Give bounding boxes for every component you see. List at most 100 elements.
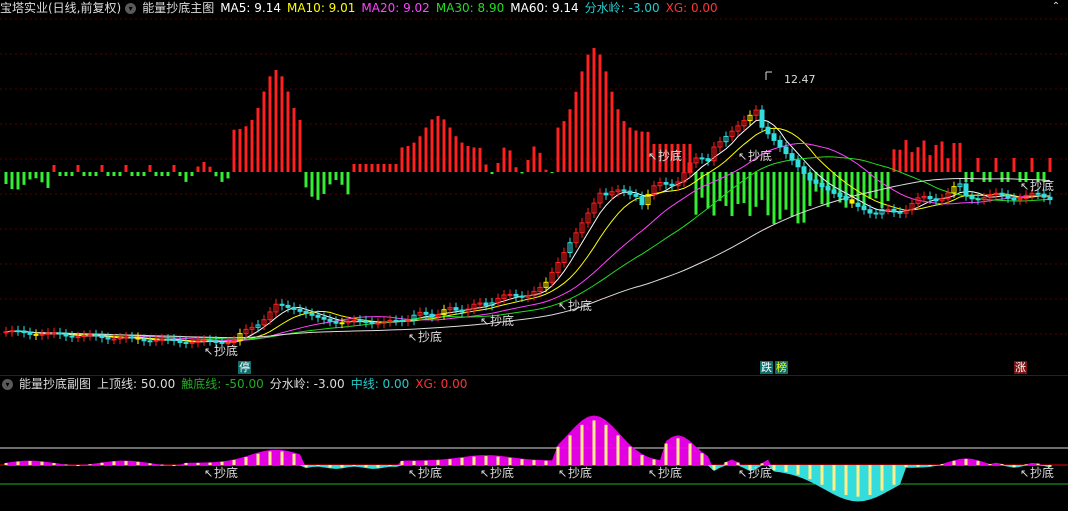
energy-bar-yellow [412, 460, 416, 465]
main-indicator-name[interactable]: 能量抄底主图 [142, 0, 214, 16]
energy-bar-yellow [616, 435, 620, 465]
energy-bar [958, 142, 962, 172]
candle-body [15, 330, 21, 333]
energy-bar-yellow [652, 459, 656, 465]
collapse-up-icon[interactable]: ⌃ [1050, 0, 1062, 14]
energy-bar-yellow [28, 461, 32, 465]
energy-bar [166, 172, 170, 176]
energy-bar [28, 172, 32, 180]
energy-bar [106, 172, 110, 176]
energy-histogram [4, 48, 1052, 224]
buy-marker-arrow: ↖ [408, 331, 417, 344]
energy-bar [784, 172, 788, 210]
candle-body [933, 198, 939, 202]
candle-body [765, 126, 771, 135]
energy-bar [460, 142, 464, 172]
energy-bar [436, 116, 440, 172]
energy-bar [292, 107, 296, 172]
candle-body [111, 338, 117, 341]
candle-body [135, 336, 141, 340]
sub-marker-text: 抄底 [568, 465, 592, 480]
energy-bar [316, 172, 320, 200]
buy-marker-arrow: ↖ [738, 150, 747, 163]
energy-bar-yellow [988, 464, 992, 466]
energy-bar [220, 172, 224, 182]
energy-bar [310, 172, 314, 197]
energy-bar-yellow [1024, 464, 1028, 466]
energy-bar [136, 172, 140, 176]
energy-bar [256, 107, 260, 172]
candle-body [309, 312, 315, 316]
energy-bar-yellow [688, 443, 692, 465]
candle-body [33, 333, 39, 336]
energy-bar-yellow [88, 464, 92, 466]
energy-bar-yellow [568, 435, 572, 465]
energy-bar [898, 149, 902, 172]
energy-bar [910, 152, 914, 172]
candle-body [627, 190, 633, 195]
candle-body [303, 310, 309, 314]
sub-indicator-chart[interactable]: ↖ 抄底 ↖ 抄底 ↖ 抄底 ↖ 抄底 ↖ 抄底 ↖ 抄底 ↖ 抄底 [0, 376, 1068, 511]
main-chart-menu-icon[interactable]: ▾ [125, 2, 137, 14]
energy-bar [268, 76, 272, 172]
energy-bar [148, 165, 152, 172]
candle-body [207, 339, 213, 342]
buy-marker-text: 抄底 [214, 343, 238, 358]
energy-bar-yellow [832, 465, 836, 491]
energy-bar [262, 91, 266, 172]
buy-marker-arrow: ↖ [204, 345, 213, 358]
energy-bar [160, 172, 164, 176]
energy-bar [496, 162, 500, 172]
energy-bar [274, 70, 278, 172]
candle-body [831, 189, 837, 194]
sub-marker-text: 抄底 [418, 465, 442, 480]
high-price-text: 12.47 [784, 73, 816, 86]
energy-bar-yellow [880, 465, 884, 491]
candle-body [213, 340, 219, 343]
candle-body [399, 320, 405, 323]
energy-bar-yellow [544, 460, 548, 465]
candle-body [87, 334, 93, 337]
sub-chart-menu-icon[interactable]: ▾ [2, 378, 13, 390]
candle-body [99, 335, 105, 339]
energy-bar [232, 129, 236, 172]
energy-bar-yellow [724, 462, 728, 465]
energy-bar-yellow [340, 465, 344, 468]
energy-bar-yellow [952, 460, 956, 465]
buy-marker-text: 抄底 [418, 329, 442, 344]
energy-bar [466, 146, 470, 172]
energy-bar-yellow [364, 465, 368, 468]
candle-body [699, 157, 705, 160]
high-price-label: 12.47 [765, 71, 816, 86]
candle-body [351, 319, 357, 322]
sub-marker-text: 抄底 [748, 465, 772, 480]
energy-bar-yellow [664, 443, 668, 465]
candle-body [867, 209, 873, 214]
energy-bar [442, 119, 446, 172]
energy-bar-yellow [208, 462, 212, 465]
energy-bar [52, 165, 56, 172]
candle-body [393, 319, 399, 322]
main-price-chart[interactable]: ↖ 抄底↖ 抄底↖ 抄底↖ 抄底↖ 抄底 ↖ 抄底↖ 抄底 12.47 [0, 0, 1068, 375]
energy-bar [1030, 158, 1034, 172]
energy-bar [364, 164, 368, 172]
energy-bar [346, 172, 350, 195]
energy-bar [142, 172, 146, 176]
sub-indicator-name[interactable]: 能量抄底副图 [19, 376, 91, 392]
energy-bar-yellow [820, 465, 824, 485]
candle-body [1011, 197, 1017, 201]
candle-body [975, 198, 981, 201]
energy-bar [184, 172, 188, 182]
energy-bar [328, 172, 332, 185]
candle-body [849, 199, 855, 204]
energy-bar-yellow [844, 465, 848, 496]
energy-bar-yellow [16, 461, 20, 465]
energy-bar-yellow [700, 453, 704, 465]
energy-bar [850, 172, 854, 197]
energy-bar-yellow [136, 461, 140, 465]
stock-name[interactable]: 宝塔实业(日线,前复权) [0, 0, 121, 16]
candle-body [165, 338, 171, 341]
energy-bar [244, 126, 248, 172]
candle-body [339, 322, 345, 325]
candle-body [999, 192, 1005, 196]
